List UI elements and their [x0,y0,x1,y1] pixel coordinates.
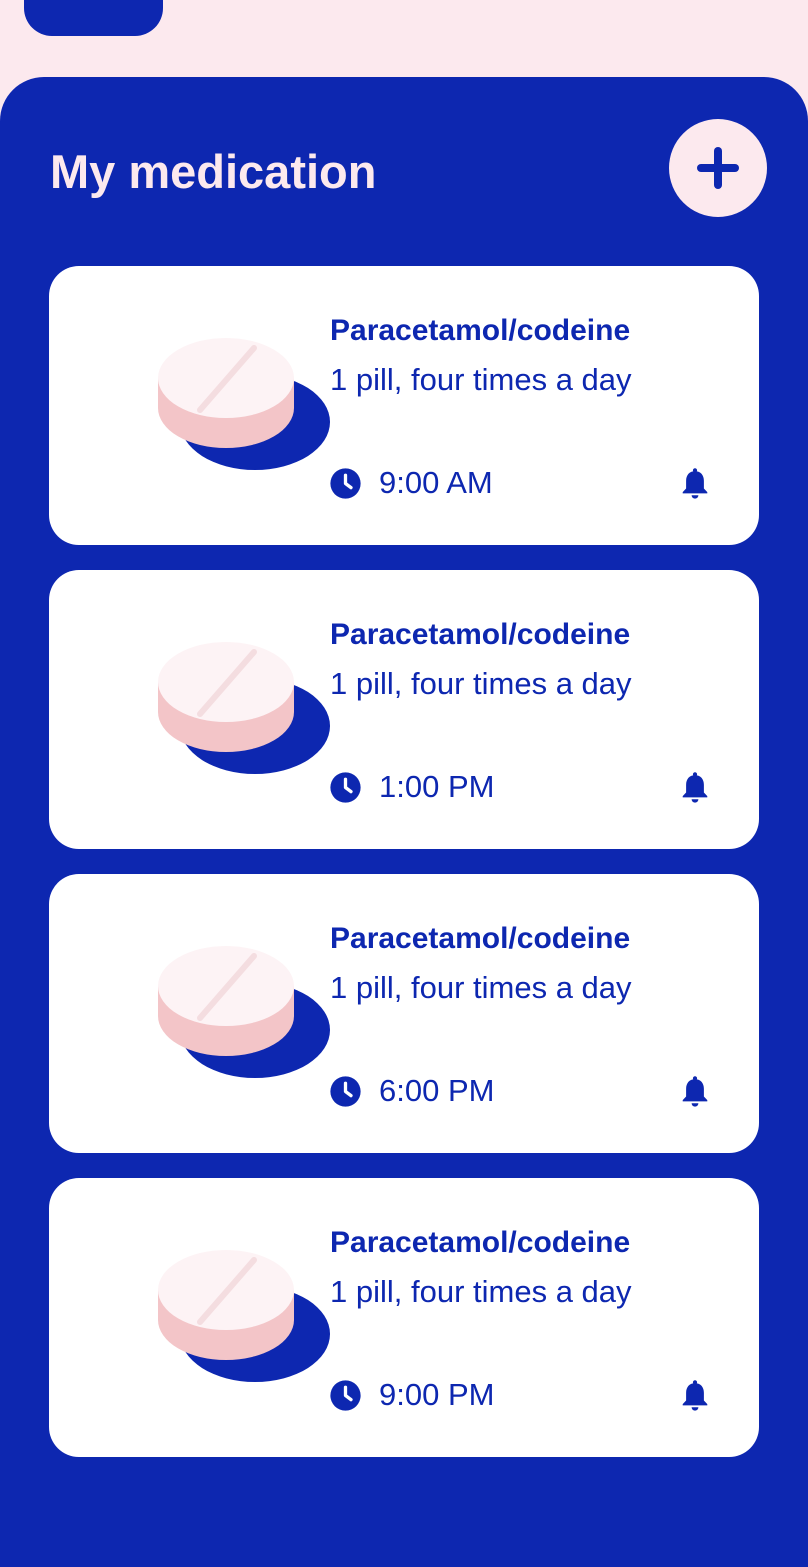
medication-name: Paracetamol/codeine [330,922,631,955]
reminder-bell-button[interactable] [673,1070,717,1114]
clock-icon [330,468,361,499]
medication-card[interactable]: Paracetamol/codeine 1 pill, four times a… [49,874,759,1153]
bell-icon [682,772,708,803]
add-medication-button[interactable] [669,119,767,217]
medication-time: 1:00 PM [379,769,495,804]
medication-time: 9:00 PM [379,1377,495,1412]
medication-dose: 1 pill, four times a day [330,1274,632,1309]
reminder-bell-button[interactable] [673,462,717,506]
medication-name: Paracetamol/codeine [330,1226,631,1259]
reminder-bell-button[interactable] [673,766,717,810]
medication-time: 6:00 PM [379,1073,495,1108]
bell-icon [682,468,708,499]
plus-icon [697,147,739,189]
medication-name: Paracetamol/codeine [330,618,631,651]
medication-card[interactable]: Paracetamol/codeine 1 pill, four times a… [49,570,759,849]
clock-icon [330,1076,361,1107]
clock-icon [330,1380,361,1411]
bell-icon [682,1380,708,1411]
reminder-bell-button[interactable] [673,1374,717,1418]
medication-dose: 1 pill, four times a day [330,970,632,1005]
medication-time: 9:00 AM [379,465,493,500]
clock-icon [330,772,361,803]
pill-icon [158,338,330,470]
medication-name: Paracetamol/codeine [330,314,631,347]
bell-icon [682,1076,708,1107]
medication-card[interactable]: Paracetamol/codeine 1 pill, four times a… [49,1178,759,1457]
pill-icon [158,1250,330,1382]
page-title: My medication [50,145,377,198]
pill-icon [158,946,330,1078]
pill-icon [158,642,330,774]
medication-dose: 1 pill, four times a day [330,362,632,397]
top-tab[interactable] [24,0,163,36]
medication-dose: 1 pill, four times a day [330,666,632,701]
medication-card[interactable]: Paracetamol/codeine 1 pill, four times a… [49,266,759,545]
